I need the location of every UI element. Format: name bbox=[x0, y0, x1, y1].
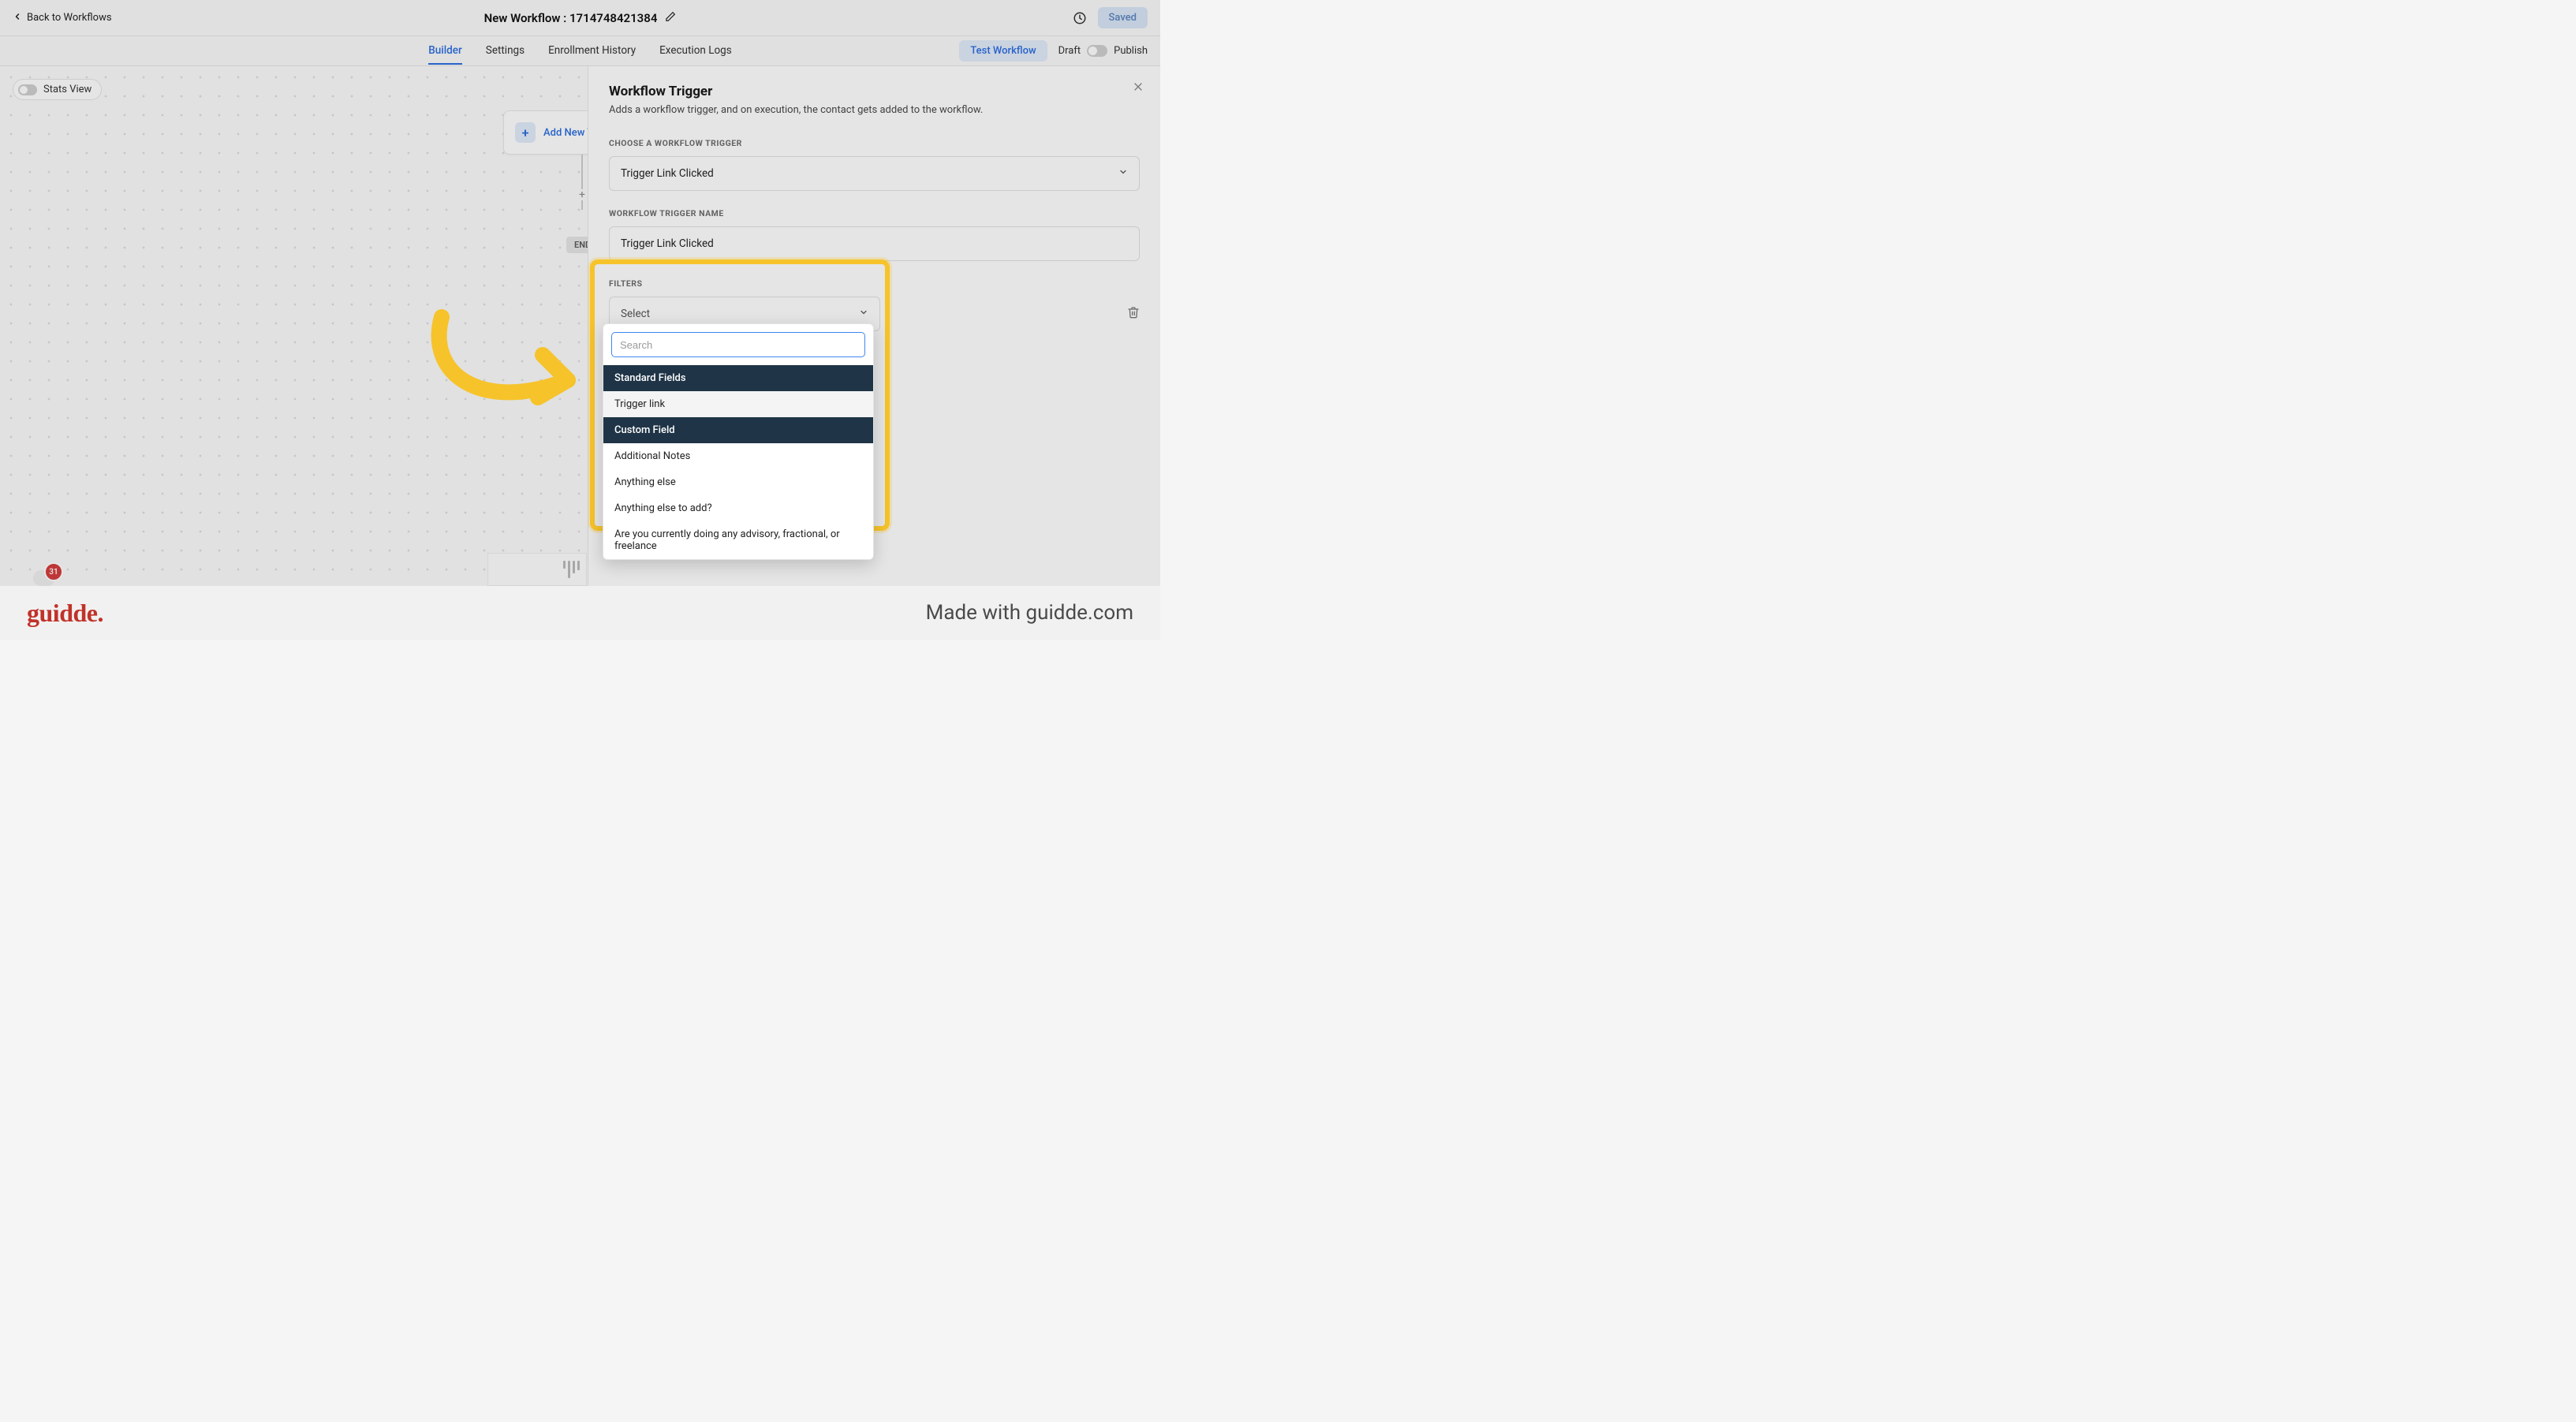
dropdown-item-additional-notes[interactable]: Additional Notes bbox=[603, 443, 873, 469]
dropdown-item-anything-else[interactable]: Anything else bbox=[603, 469, 873, 495]
dropdown-item-trigger-link[interactable]: Trigger link bbox=[603, 391, 873, 417]
stats-view-toggle[interactable] bbox=[18, 84, 37, 95]
close-icon[interactable] bbox=[1132, 80, 1144, 96]
test-workflow-button[interactable]: Test Workflow bbox=[959, 40, 1047, 62]
chevron-down-icon bbox=[1118, 167, 1128, 180]
topbar: Back to Workflows New Workflow : 1714748… bbox=[0, 0, 1160, 36]
stats-view-label: Stats View bbox=[43, 84, 91, 95]
workflow-canvas[interactable]: Stats View + Add New Trig + END 31 bbox=[0, 66, 588, 640]
plus-icon: + bbox=[515, 122, 536, 143]
back-label: Back to Workflows bbox=[27, 12, 112, 24]
dropdown-group-custom: Custom Field bbox=[603, 417, 873, 443]
badge-count: 31 bbox=[44, 562, 63, 581]
trigger-name-input[interactable]: Trigger Link Clicked bbox=[609, 226, 1140, 261]
chevron-down-icon bbox=[859, 308, 868, 320]
trigger-type-select[interactable]: Trigger Link Clicked bbox=[609, 156, 1140, 191]
edit-icon[interactable] bbox=[665, 11, 676, 25]
chevron-left-icon bbox=[13, 12, 22, 24]
guidde-footer: guidde. Made with guidde.com bbox=[0, 586, 1160, 640]
workflow-title: New Workflow : 1714748421384 bbox=[484, 11, 658, 25]
workflow-title-group: New Workflow : 1714748421384 bbox=[484, 11, 677, 25]
filters-label: FILTERS bbox=[609, 278, 1140, 289]
trigger-name-label: WORKFLOW TRIGGER NAME bbox=[609, 208, 1140, 218]
guidde-logo: guidde. bbox=[27, 599, 103, 628]
history-icon[interactable] bbox=[1073, 11, 1087, 25]
add-step-icon[interactable]: + bbox=[577, 189, 588, 200]
draft-label: Draft bbox=[1058, 45, 1081, 57]
tab-enrollment-history[interactable]: Enrollment History bbox=[548, 37, 636, 65]
dropdown-group-standard: Standard Fields bbox=[603, 365, 873, 391]
dropdown-item-advisory-freelance[interactable]: Are you currently doing any advisory, fr… bbox=[603, 521, 873, 559]
publish-label: Publish bbox=[1114, 45, 1148, 57]
stats-view-pill[interactable]: Stats View bbox=[13, 79, 102, 100]
trigger-type-value: Trigger Link Clicked bbox=[621, 167, 714, 180]
publish-toggle-group: Draft Publish bbox=[1058, 45, 1148, 57]
made-with-guidde: Made with guidde.com bbox=[926, 601, 1133, 625]
trash-icon[interactable] bbox=[1127, 306, 1140, 322]
publish-toggle[interactable] bbox=[1087, 45, 1107, 57]
dropdown-item-anything-else-to-add[interactable]: Anything else to add? bbox=[603, 495, 873, 521]
saved-button[interactable]: Saved bbox=[1098, 7, 1148, 28]
choose-trigger-label: CHOOSE A WORKFLOW TRIGGER bbox=[609, 138, 1140, 148]
connector-line bbox=[581, 155, 583, 210]
trigger-name-value: Trigger Link Clicked bbox=[621, 237, 714, 250]
tab-builder[interactable]: Builder bbox=[428, 37, 462, 65]
panel-description: Adds a workflow trigger, and on executio… bbox=[609, 104, 1140, 116]
tab-settings[interactable]: Settings bbox=[486, 37, 525, 65]
back-to-workflows-button[interactable]: Back to Workflows bbox=[13, 12, 112, 24]
tab-execution-logs[interactable]: Execution Logs bbox=[659, 37, 732, 65]
dropdown-search-input[interactable] bbox=[611, 332, 865, 357]
filter-select-placeholder: Select bbox=[621, 308, 650, 320]
filter-field-dropdown: Standard Fields Trigger link Custom Fiel… bbox=[603, 323, 874, 560]
panel-title: Workflow Trigger bbox=[609, 84, 1140, 99]
workflow-tabs: Builder Settings Enrollment History Exec… bbox=[0, 36, 1160, 66]
notifications-badge[interactable]: 31 bbox=[33, 567, 66, 586]
canvas-minimap[interactable] bbox=[487, 553, 587, 586]
